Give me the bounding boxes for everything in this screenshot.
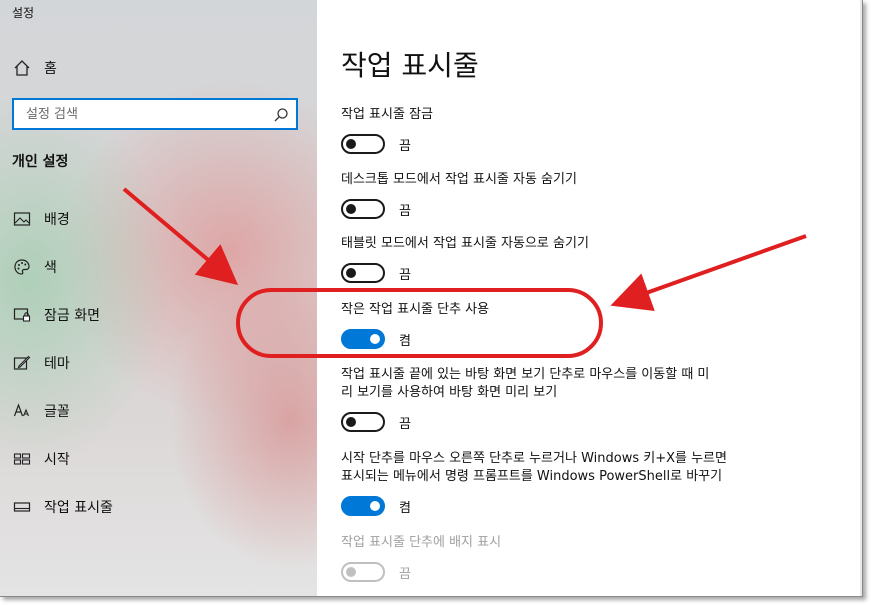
toggle-state: 끔 [399, 138, 411, 154]
app-title: 설정 [12, 6, 35, 20]
setting-label: 작은 작업 표시줄 단추 사용 [341, 302, 490, 317]
setting-label-line: 시작 단추를 마우스 오른쪽 단추로 누르거나 Windows 키+X를 누르면 [341, 451, 727, 466]
powershell-toggle[interactable] [341, 496, 385, 516]
toggle-state: 켬 [399, 500, 411, 516]
setting-label: 태블릿 모드에서 작업 표시줄 자동으로 숨기기 [341, 236, 589, 251]
toggle-state: 끔 [399, 267, 411, 283]
home-icon [12, 58, 32, 78]
sidebar: 설정 홈 개인 설정 배경 색 [0, 0, 317, 596]
sidebar-item-color[interactable]: 색 [0, 247, 317, 287]
setting-peek: 작업 표시줄 끝에 있는 바탕 화면 보기 단추로 마우스를 이동할 때 미 리… [341, 366, 801, 432]
setting-label: 데스크톱 모드에서 작업 표시줄 자동 숨기기 [341, 172, 577, 187]
sidebar-item-label: 작업 표시줄 [44, 500, 113, 516]
sidebar-item-home[interactable]: 홈 [0, 48, 317, 88]
theme-icon [12, 353, 32, 373]
autohide-tablet-toggle[interactable] [341, 263, 385, 283]
sidebar-item-background[interactable]: 배경 [0, 199, 317, 239]
search-input[interactable] [24, 100, 268, 128]
page-title: 작업 표시줄 [341, 49, 479, 82]
toggle-knob [370, 334, 380, 344]
toggle-knob [346, 204, 356, 214]
autohide-desktop-toggle[interactable] [341, 199, 385, 219]
font-icon [12, 401, 32, 421]
toggle-knob [346, 139, 356, 149]
peek-toggle[interactable] [341, 412, 385, 432]
sidebar-item-label: 잠금 화면 [44, 308, 100, 324]
setting-label: 시작 단추를 마우스 오른쪽 단추로 누르거나 Windows 키+X를 누르면… [341, 450, 801, 486]
setting-autohide-tablet: 태블릿 모드에서 작업 표시줄 자동으로 숨기기 끔 [341, 235, 801, 283]
toggle-knob [346, 417, 356, 427]
main-content: 작업 표시줄 작업 표시줄 잠금 끔 데스크톱 모드에서 작업 표시줄 자동 숨… [317, 0, 862, 596]
toggle-knob [346, 567, 356, 577]
toggle-state: 끔 [399, 416, 411, 432]
setting-badges: 작업 표시줄 단추에 배지 표시 끔 [341, 534, 801, 582]
sidebar-item-label: 시작 [44, 452, 70, 468]
search-box[interactable] [12, 98, 298, 130]
setting-autohide-desktop: 데스크톱 모드에서 작업 표시줄 자동 숨기기 끔 [341, 171, 801, 219]
sidebar-item-theme[interactable]: 테마 [0, 343, 317, 383]
setting-powershell: 시작 단추를 마우스 오른쪽 단추로 누르거나 Windows 키+X를 누르면… [341, 450, 801, 516]
toggle-knob [370, 501, 380, 511]
background-image-icon [12, 209, 32, 229]
setting-label-line: 리 보기를 사용하여 바탕 화면 미리 보기 [341, 385, 558, 400]
sidebar-item-taskbar[interactable]: 작업 표시줄 [0, 487, 317, 527]
scrollbar-track[interactable] [860, 0, 862, 596]
taskbar-icon [12, 497, 32, 517]
palette-icon [12, 257, 32, 277]
search-icon[interactable] [272, 106, 290, 124]
setting-label: 작업 표시줄 잠금 [341, 107, 433, 122]
sidebar-item-label: 배경 [44, 212, 70, 228]
section-header: 개인 설정 [12, 154, 69, 170]
toggle-state: 켬 [399, 333, 411, 349]
sidebar-item-lock-screen[interactable]: 잠금 화면 [0, 295, 317, 335]
toggle-state: 끔 [399, 566, 411, 582]
sidebar-item-fonts[interactable]: 글꼴 [0, 391, 317, 431]
lock-taskbar-toggle[interactable] [341, 134, 385, 154]
toggle-state: 끔 [399, 203, 411, 219]
setting-label-line: 표시되는 메뉴에서 명령 프롬프트를 Windows PowerShell로 바… [341, 469, 723, 484]
small-buttons-toggle[interactable] [341, 329, 385, 349]
settings-window: 설정 홈 개인 설정 배경 색 [0, 0, 863, 597]
toggle-knob [346, 268, 356, 278]
lock-screen-icon [12, 305, 32, 325]
setting-small-buttons: 작은 작업 표시줄 단추 사용 켬 [341, 301, 801, 349]
start-icon [12, 449, 32, 469]
sidebar-item-start[interactable]: 시작 [0, 439, 317, 479]
setting-lock-taskbar: 작업 표시줄 잠금 끔 [341, 106, 801, 154]
setting-label: 작업 표시줄 끝에 있는 바탕 화면 보기 단추로 마우스를 이동할 때 미 리… [341, 366, 801, 402]
sidebar-item-label: 홈 [44, 61, 57, 77]
sidebar-item-label: 색 [44, 260, 57, 276]
badges-toggle [341, 562, 385, 582]
sidebar-item-label: 글꼴 [44, 404, 70, 420]
setting-label: 작업 표시줄 단추에 배지 표시 [341, 535, 502, 550]
setting-label-line: 작업 표시줄 끝에 있는 바탕 화면 보기 단추로 마우스를 이동할 때 미 [341, 367, 710, 382]
sidebar-item-label: 테마 [44, 356, 70, 372]
